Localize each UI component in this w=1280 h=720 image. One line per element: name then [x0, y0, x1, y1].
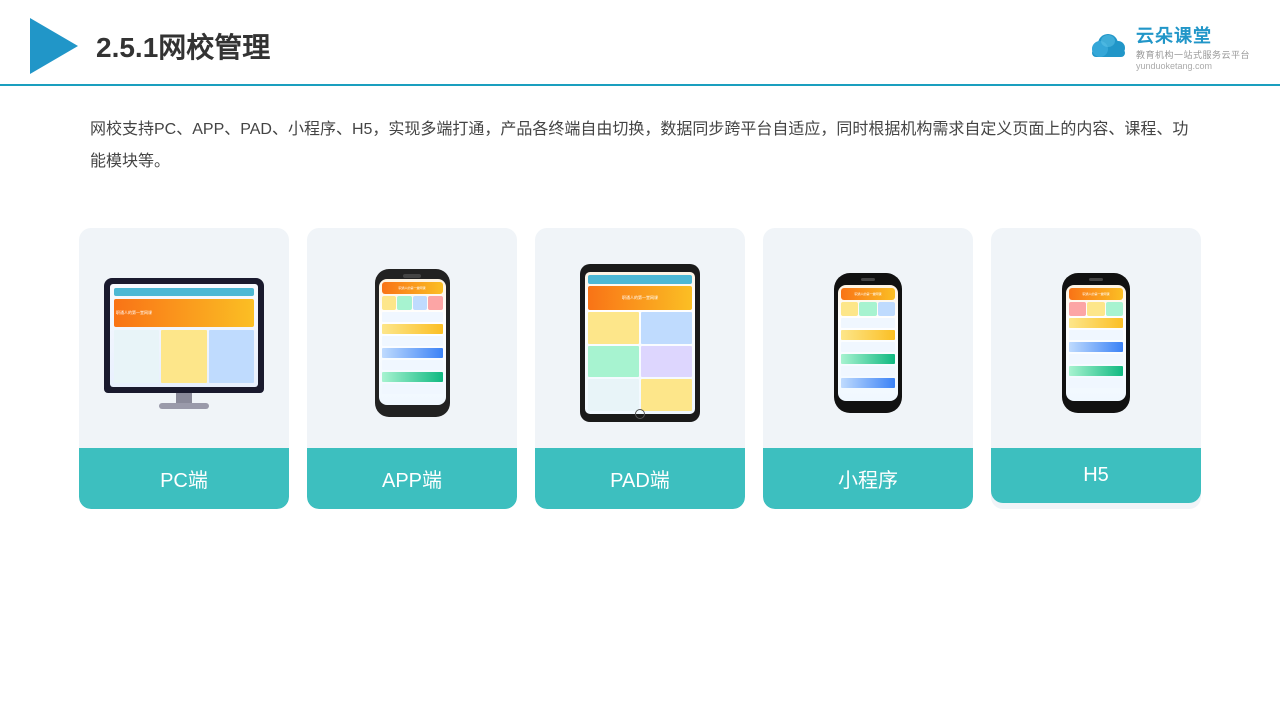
cloud-logo-icon [1086, 31, 1130, 61]
card-pc: 职通人的第一堂网课 PC端 [79, 228, 289, 509]
card-app-image: 职通人的第一堂网课 [307, 228, 517, 448]
card-app: 职通人的第一堂网课 [307, 228, 517, 509]
header-left: 2.5.1网校管理 [30, 18, 270, 74]
card-h5-image: 职通人的第一堂网课 [991, 228, 1201, 448]
header-right: 云朵课堂 教育机构一站式服务云平台 yunduoketang.com [1086, 22, 1250, 71]
brand-url: yunduoketang.com [1136, 61, 1212, 71]
brand-logo: 云朵课堂 教育机构一站式服务云平台 yunduoketang.com [1086, 22, 1250, 71]
brand-text: 云朵课堂 教育机构一站式服务云平台 yunduoketang.com [1136, 22, 1250, 71]
tablet-device-icon: 职通人的第一堂网课 [580, 264, 700, 422]
miniprogram-phone-icon: 职通人的第一堂网课 [834, 273, 902, 413]
header: 2.5.1网校管理 云朵课堂 教育机构一站式服务云平台 yunduoketang… [0, 0, 1280, 86]
pc-monitor-icon: 职通人的第一堂网课 [104, 278, 264, 409]
card-app-label: APP端 [307, 448, 517, 509]
card-pad-label: PAD端 [535, 448, 745, 509]
cards-container: 职通人的第一堂网课 PC端 [0, 208, 1280, 539]
card-pc-image: 职通人的第一堂网课 [79, 228, 289, 448]
card-h5: 职通人的第一堂网课 [991, 228, 1201, 509]
card-pad: 职通人的第一堂网课 [535, 228, 745, 509]
card-pc-label: PC端 [79, 448, 289, 509]
card-miniprogram: 职通人的第一堂网课 [763, 228, 973, 509]
page-title: 2.5.1网校管理 [96, 26, 270, 66]
description-text: 网校支持PC、APP、PAD、小程序、H5，实现多端打通，产品各终端自由切换，数… [0, 86, 1280, 198]
card-h5-label: H5 [991, 448, 1201, 503]
card-miniprogram-image: 职通人的第一堂网课 [763, 228, 973, 448]
card-miniprogram-label: 小程序 [763, 448, 973, 509]
logo-triangle-icon [30, 18, 78, 74]
brand-name: 云朵课堂 [1136, 22, 1212, 48]
phone-device-icon: 职通人的第一堂网课 [375, 269, 450, 417]
h5-phone-icon: 职通人的第一堂网课 [1062, 273, 1130, 413]
card-pad-image: 职通人的第一堂网课 [535, 228, 745, 448]
brand-tagline: 教育机构一站式服务云平台 [1136, 48, 1250, 61]
